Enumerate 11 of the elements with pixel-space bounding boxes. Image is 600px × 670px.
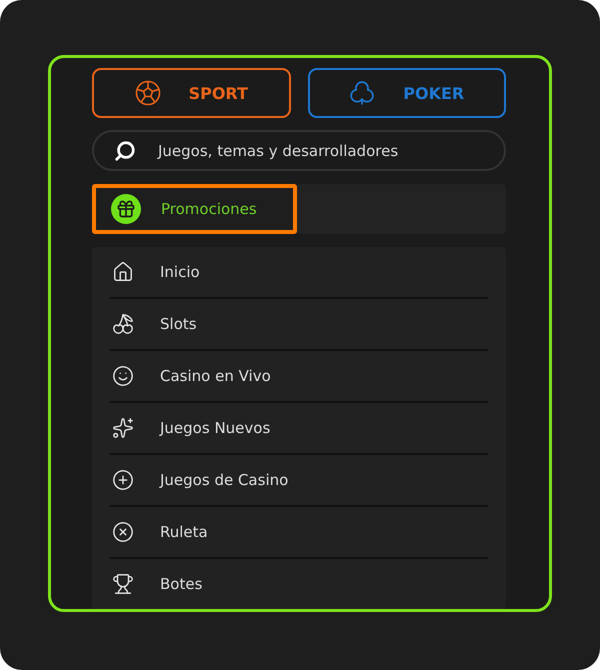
menu-item[interactable]: Slots	[110, 299, 488, 351]
promotions-item[interactable]: Promociones	[92, 184, 297, 234]
menu-item[interactable]: Inicio	[110, 247, 488, 299]
menu-item[interactable]: Ruleta	[110, 507, 488, 559]
menu-item[interactable]: Juegos de Casino	[110, 455, 488, 507]
search-field[interactable]: Juegos, temas y desarrolladores	[92, 130, 506, 171]
sport-button[interactable]: SPORT	[92, 68, 290, 118]
menu-item[interactable]: Casino en Vivo	[110, 351, 488, 403]
poker-button[interactable]: POKER	[308, 68, 506, 118]
menu-item[interactable]: Juegos Nuevos	[110, 403, 488, 455]
menu-item[interactable]: Botes	[110, 559, 488, 609]
